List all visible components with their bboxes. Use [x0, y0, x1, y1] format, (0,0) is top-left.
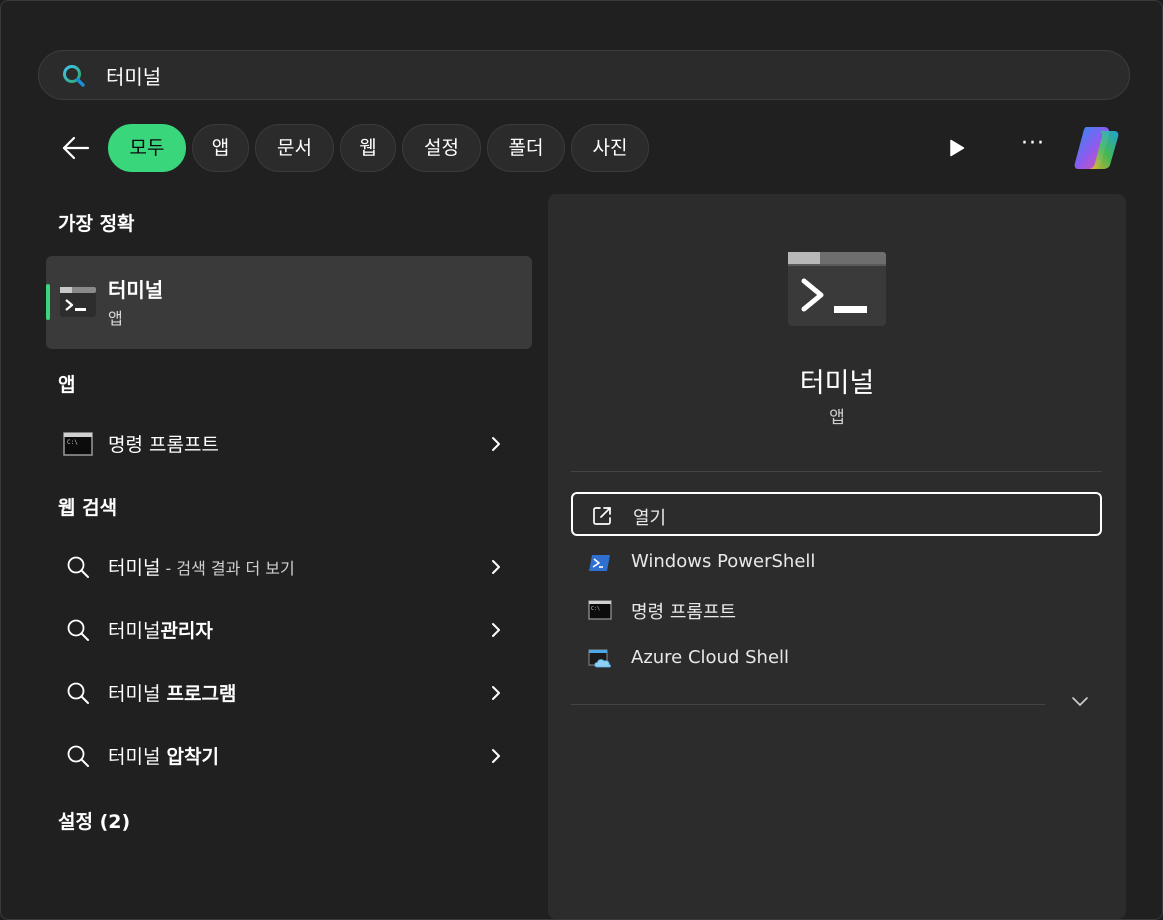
play-icon[interactable] — [947, 138, 967, 158]
action-powershell[interactable]: Windows PowerShell — [571, 541, 1102, 585]
command-prompt-icon: C:\ — [63, 432, 93, 456]
web-search-heading: 웹 검색 — [58, 497, 118, 519]
search-box[interactable] — [38, 50, 1130, 100]
start-search-window: 모두 앱 문서 웹 설정 폴더 사진 ··· 가장 정확 — [0, 0, 1163, 920]
action-label: Azure Cloud Shell — [631, 647, 790, 668]
web-result-suggestion: 관리자 — [160, 620, 213, 642]
chevron-right-icon[interactable] — [489, 745, 503, 767]
web-result-query: 터미널 — [108, 683, 167, 705]
back-arrow-icon[interactable] — [59, 131, 93, 165]
filter-photos[interactable]: 사진 — [571, 124, 649, 172]
web-result-suggestion: 압착기 — [166, 746, 219, 768]
search-icon — [63, 65, 85, 87]
command-prompt-icon: C:\ — [588, 600, 612, 620]
chevron-right-icon[interactable] — [489, 619, 503, 641]
web-result-query: 터미널 — [108, 746, 167, 768]
filter-settings[interactable]: 설정 — [402, 124, 481, 172]
terminal-app-icon — [788, 252, 886, 326]
action-label: 명령 프롬프트 — [631, 602, 737, 623]
preview-title: 터미널 — [799, 368, 875, 399]
app-item-command-prompt[interactable]: C:\ 명령 프롬프트 — [46, 416, 532, 472]
chevron-right-icon[interactable] — [489, 556, 503, 578]
chevron-down-icon[interactable] — [1070, 695, 1090, 709]
preview-panel: 터미널 앱 열기 Windows PowerShell C:\ 명령 프롬프트 … — [548, 194, 1126, 919]
web-result-suggestion: 프로그램 — [166, 683, 237, 705]
search-icon — [67, 682, 89, 704]
azure-cloud-shell-icon — [588, 649, 611, 668]
web-result-crimper[interactable]: 터미널 압착기 — [46, 728, 532, 784]
web-result-suffix: - 검색 결과 더 보기 — [160, 559, 295, 578]
web-result-more[interactable]: 터미널 - 검색 결과 더 보기 — [46, 539, 532, 595]
search-icon — [67, 745, 89, 767]
web-result-admin[interactable]: 터미널관리자 — [46, 602, 532, 658]
divider — [571, 471, 1102, 472]
search-input[interactable] — [106, 51, 1006, 99]
best-match-terminal[interactable]: 터미널 앱 — [46, 256, 532, 349]
web-result-label: 터미널관리자 — [108, 616, 213, 643]
search-icon — [67, 619, 89, 641]
web-result-query: 터미널 — [108, 620, 161, 642]
web-result-label: 터미널 압착기 — [108, 742, 219, 769]
best-match-heading: 가장 정확 — [58, 213, 135, 235]
action-label: 열기 — [633, 508, 667, 529]
web-result-label: 터미널 프로그램 — [108, 679, 236, 706]
filter-all[interactable]: 모두 — [108, 124, 186, 172]
terminal-app-icon — [60, 287, 96, 317]
web-result-program[interactable]: 터미널 프로그램 — [46, 665, 532, 721]
svg-text:C:\: C:\ — [591, 606, 600, 612]
filter-web[interactable]: 웹 — [340, 124, 396, 172]
apps-heading: 앱 — [58, 374, 76, 396]
search-icon — [67, 556, 89, 578]
chevron-right-icon[interactable] — [489, 433, 503, 455]
copilot-icon[interactable] — [1072, 125, 1120, 171]
app-item-label: 명령 프롬프트 — [108, 434, 219, 456]
best-match-subtitle: 앱 — [108, 309, 123, 328]
open-external-icon — [593, 507, 611, 525]
preview-subtitle: 앱 — [829, 408, 845, 428]
svg-text:C:\: C:\ — [67, 439, 78, 446]
chevron-right-icon[interactable] — [489, 682, 503, 704]
action-command-prompt[interactable]: C:\ 명령 프롬프트 — [571, 588, 1102, 632]
more-options-button[interactable]: ··· — [1021, 133, 1055, 157]
filter-apps[interactable]: 앱 — [192, 124, 249, 172]
action-open[interactable]: 열기 — [571, 492, 1102, 536]
best-match-title: 터미널 — [108, 278, 164, 302]
filter-documents[interactable]: 문서 — [255, 124, 334, 172]
web-result-query: 터미널 — [108, 557, 161, 579]
action-azure-cloud-shell[interactable]: Azure Cloud Shell — [571, 637, 1102, 681]
action-label: Windows PowerShell — [631, 551, 816, 572]
filter-folders[interactable]: 폴더 — [487, 124, 565, 172]
settings-heading[interactable]: 설정 (2) — [58, 807, 130, 834]
divider — [571, 704, 1045, 705]
web-result-label: 터미널 - 검색 결과 더 보기 — [108, 553, 295, 580]
selection-indicator — [46, 284, 50, 320]
powershell-icon — [589, 555, 610, 571]
